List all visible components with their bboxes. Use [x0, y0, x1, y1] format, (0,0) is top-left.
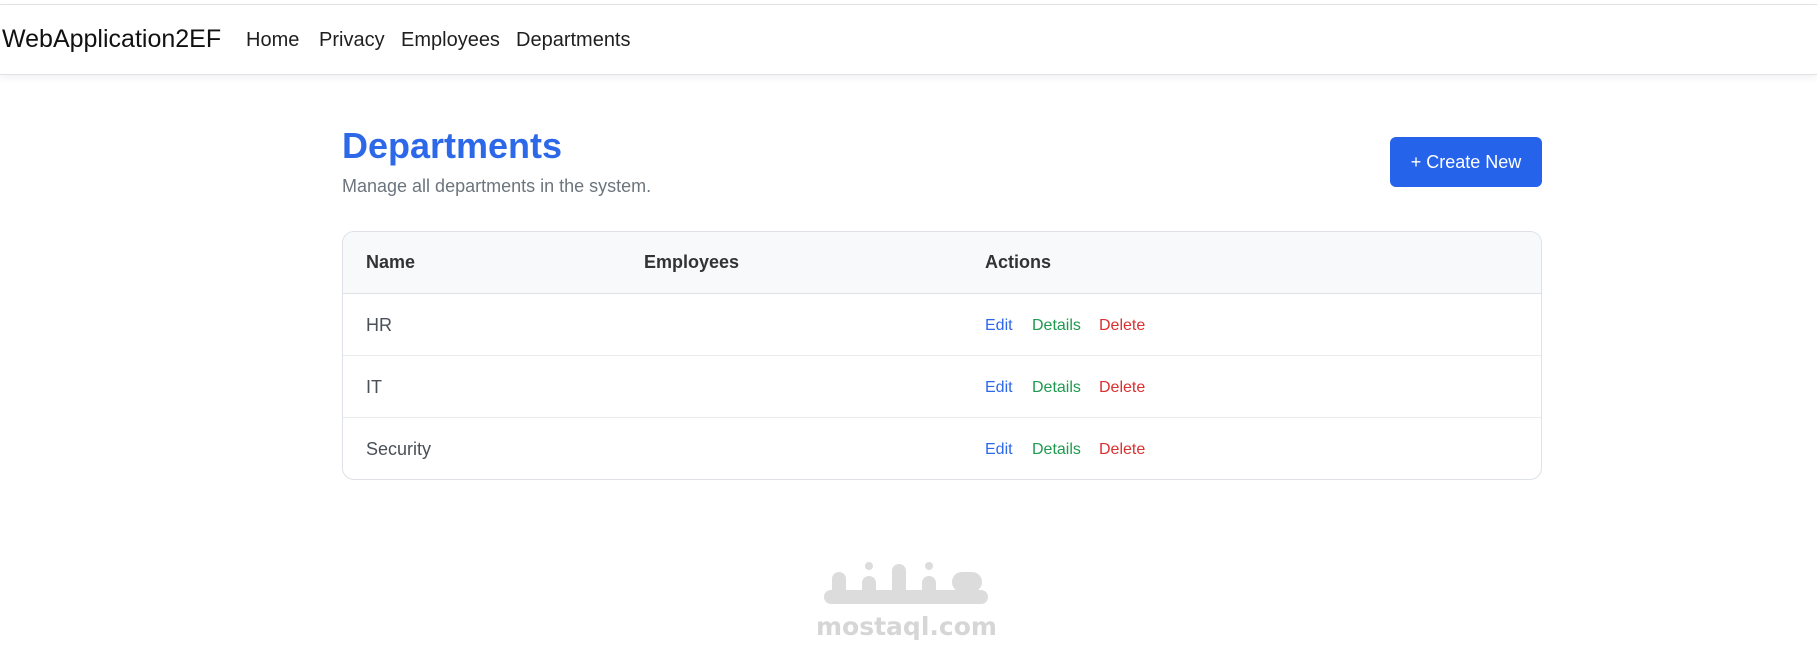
nav-link-home[interactable]: Home: [246, 29, 299, 52]
details-link[interactable]: Details: [1032, 317, 1081, 335]
table-header: Name Employees Actions: [343, 232, 1541, 294]
page-title: Departments: [342, 125, 563, 166]
details-link[interactable]: Details: [1032, 441, 1081, 459]
edit-link[interactable]: Edit: [985, 379, 1013, 397]
watermark: mostaql.com: [816, 560, 997, 641]
delete-link[interactable]: Delete: [1099, 379, 1145, 397]
brand-link[interactable]: WebApplication2EF: [2, 25, 221, 54]
create-new-button[interactable]: + Create New: [1390, 137, 1542, 187]
department-name: Security: [366, 439, 432, 459]
edit-link[interactable]: Edit: [985, 441, 1013, 459]
nav-link-departments[interactable]: Departments: [516, 29, 631, 52]
column-header-employees: Employees: [644, 252, 740, 272]
table-row: Security Edit Details Delete: [343, 418, 1541, 479]
nav-link-privacy[interactable]: Privacy: [319, 29, 385, 52]
departments-table: Name Employees Actions HR Edit Details D…: [342, 231, 1542, 480]
details-link[interactable]: Details: [1032, 379, 1081, 397]
table-row: IT Edit Details Delete: [343, 356, 1541, 418]
table-row: HR Edit Details Delete: [343, 294, 1541, 356]
navbar: WebApplication2EF Home Privacy Employees…: [0, 5, 1817, 75]
department-name: HR: [366, 315, 392, 335]
column-header-name: Name: [366, 252, 416, 272]
column-header-actions: Actions: [985, 252, 1052, 272]
mostaql-logo: [824, 562, 988, 604]
department-name: IT: [366, 377, 382, 397]
delete-link[interactable]: Delete: [1099, 317, 1145, 335]
nav-link-employees[interactable]: Employees: [401, 29, 500, 52]
page-subtitle: Manage all departments in the system.: [342, 176, 652, 196]
delete-link[interactable]: Delete: [1099, 441, 1145, 459]
edit-link[interactable]: Edit: [985, 317, 1013, 335]
watermark-text: mostaql.com: [816, 612, 997, 641]
